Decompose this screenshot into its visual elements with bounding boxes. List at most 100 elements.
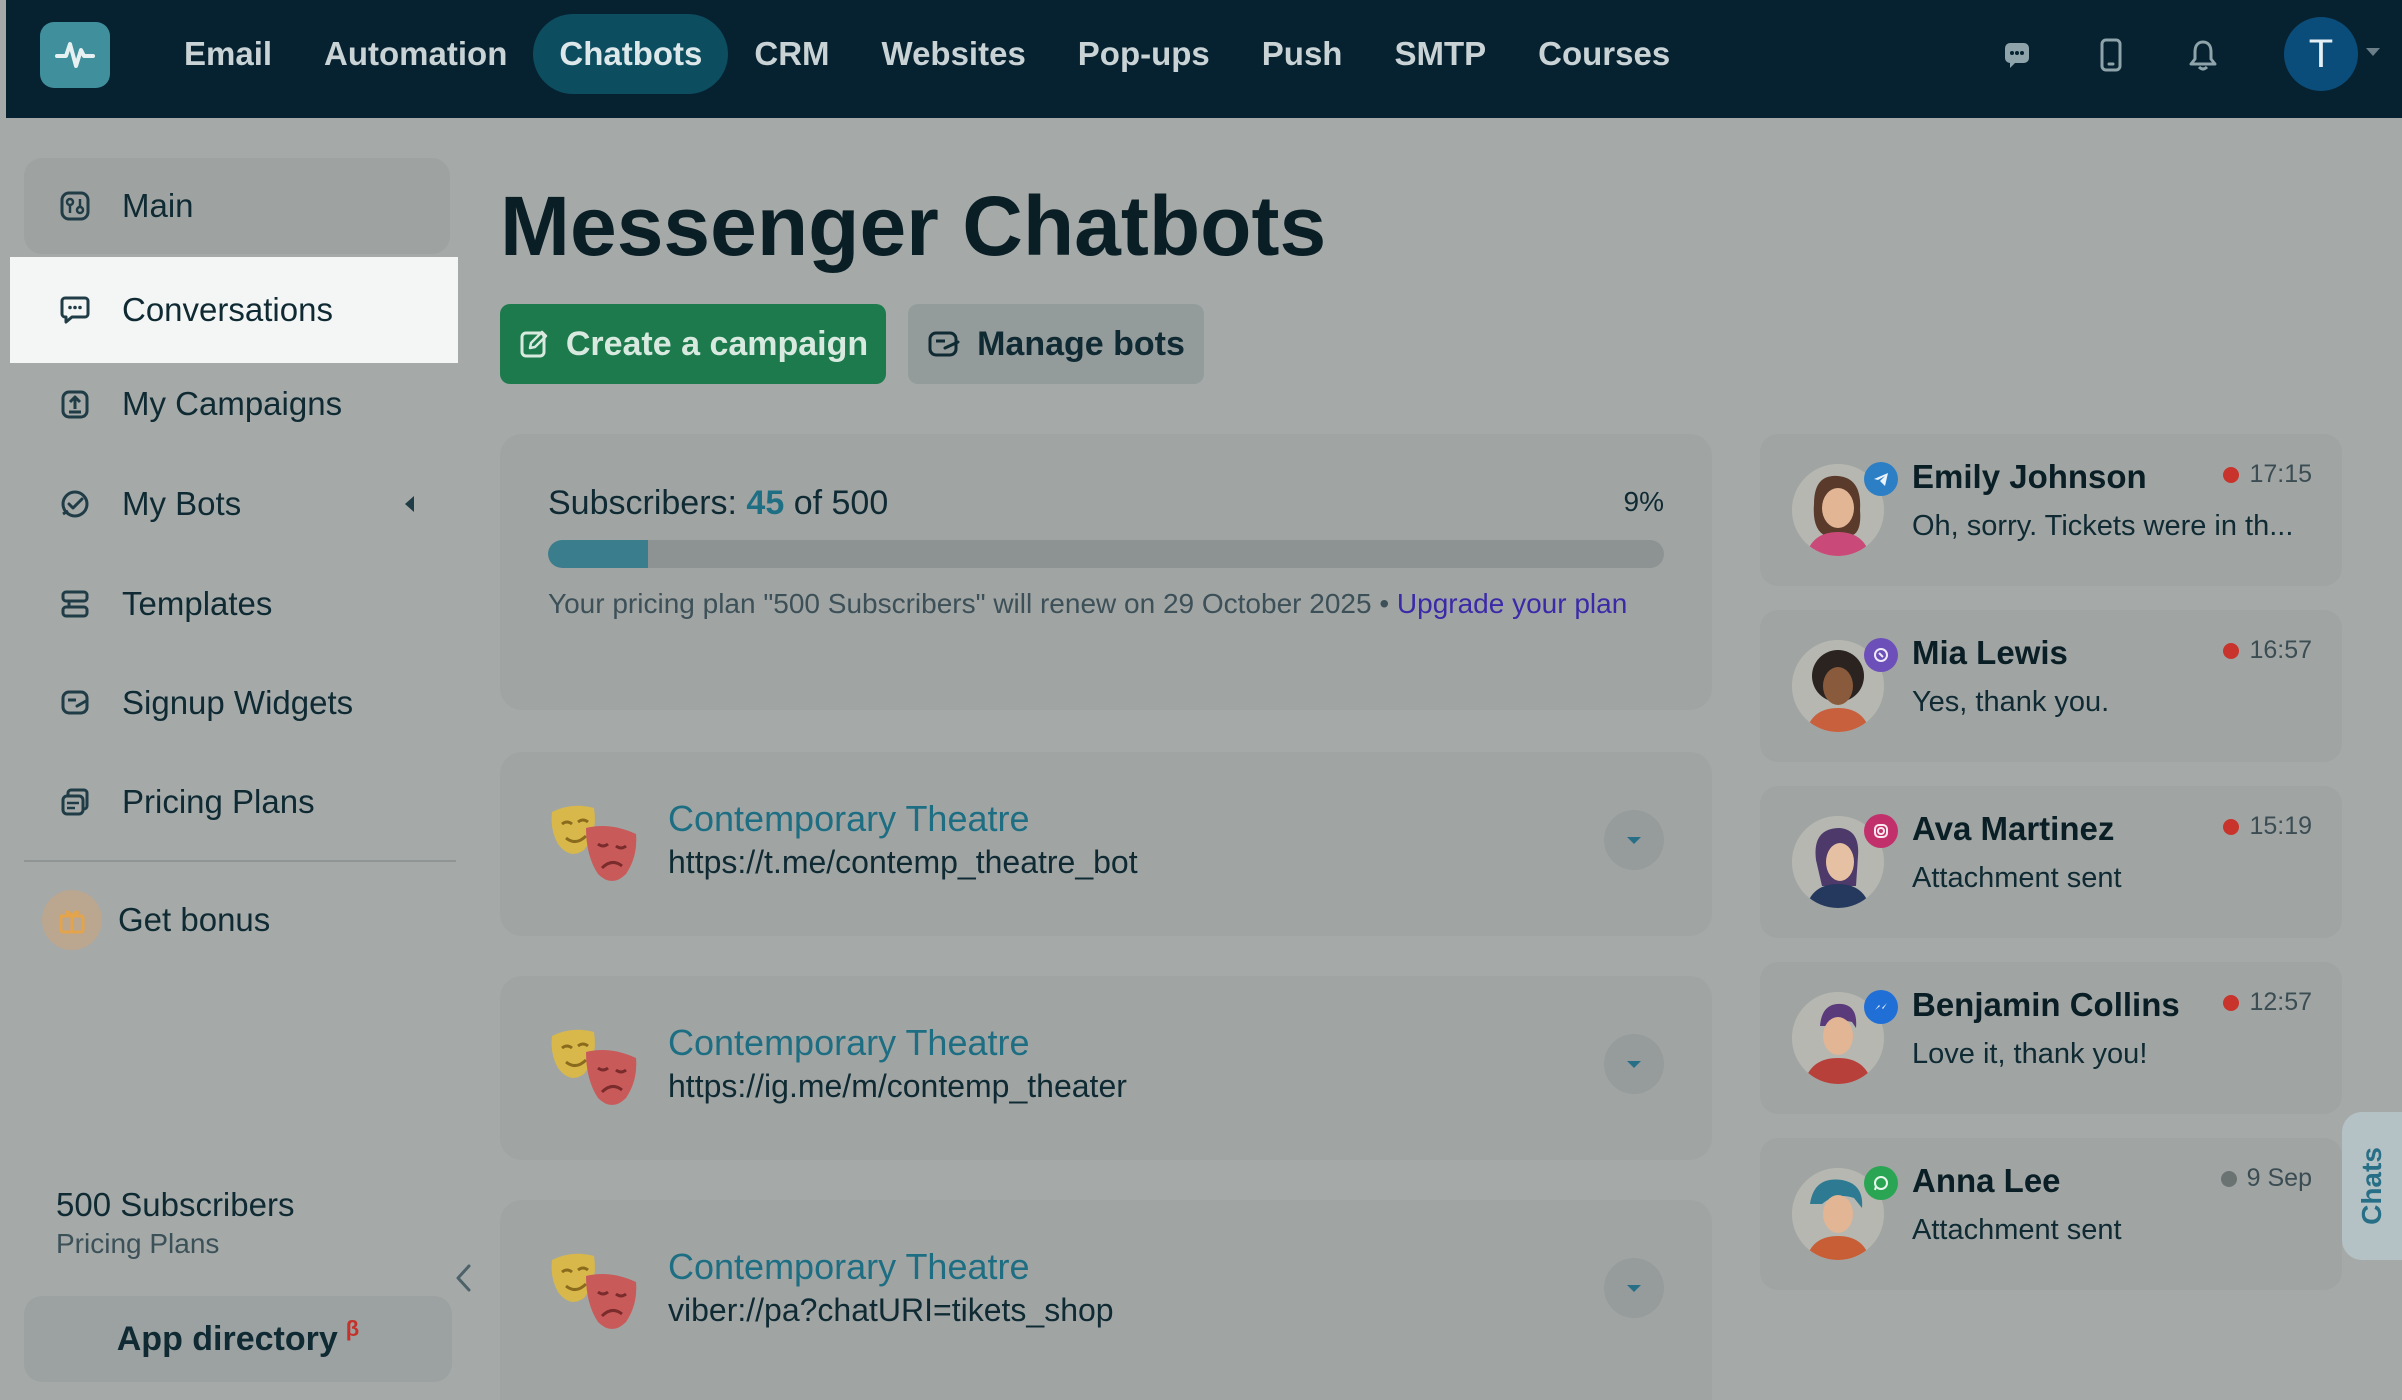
- contact-name: Benjamin Collins: [1912, 986, 2180, 1023]
- subscribers-count: Subscribers: 45 of 500: [548, 484, 888, 523]
- viber-icon: [1864, 638, 1898, 672]
- sidebar: Main Conversations My Campaigns My Bots …: [6, 118, 466, 1400]
- manage-bots-label: Manage bots: [977, 324, 1185, 363]
- collapse-sidebar-chevron-left-icon[interactable]: [452, 1260, 476, 1296]
- subscribers-progress-fill: [548, 540, 649, 568]
- nav-automation[interactable]: Automation: [298, 14, 533, 94]
- subscribers-number: 45: [746, 484, 785, 522]
- time-label: 15:19: [2249, 812, 2312, 840]
- chat-bubble-icon: [58, 293, 92, 327]
- chat-item[interactable]: Ava Martinez Attachment sent 15:19: [1760, 786, 2342, 938]
- whatsapp-icon: [1864, 1166, 1898, 1200]
- chat-item[interactable]: Benjamin Collins Love it, thank you! 12:…: [1760, 962, 2342, 1114]
- subscribers-card: Subscribers: 45 of 500 9% Your pricing p…: [500, 434, 1712, 710]
- edit-icon: [520, 330, 548, 358]
- plan-subtitle[interactable]: Pricing Plans: [56, 1228, 219, 1260]
- sidebar-item-main[interactable]: Main: [24, 158, 450, 254]
- contact-name: Mia Lewis: [1912, 634, 2068, 671]
- bot-card: Contemporary Theatre https://t.me/contem…: [500, 752, 1712, 936]
- pulse-logo-icon: [55, 42, 95, 68]
- upgrade-plan-link[interactable]: Upgrade your plan: [1397, 588, 1627, 619]
- bot-name[interactable]: Contemporary Theatre: [668, 798, 1030, 840]
- templates-icon: [58, 587, 92, 621]
- app-logo[interactable]: [40, 22, 110, 88]
- chat-item[interactable]: Anna Lee Attachment sent 9 Sep: [1760, 1138, 2342, 1290]
- app-directory-button[interactable]: App directory β: [24, 1296, 452, 1382]
- nav-courses[interactable]: Courses: [1512, 14, 1696, 94]
- last-message: Oh, sorry. Tickets were in th...: [1912, 510, 2294, 542]
- renewal-notice: Your pricing plan "500 Subscribers" will…: [548, 584, 1664, 624]
- message-time: 9 Sep: [2220, 1164, 2312, 1193]
- create-campaign-label: Create a campaign: [565, 324, 869, 363]
- sidebar-item-pricing-plans[interactable]: Pricing Plans: [24, 754, 450, 850]
- page-title: Messenger Chatbots: [500, 179, 1327, 273]
- nav-chatbots[interactable]: Chatbots: [533, 14, 729, 94]
- theatre-masks-icon: [551, 805, 637, 881]
- telegram-icon: [1864, 462, 1898, 496]
- sidebar-item-my-bots[interactable]: My Bots: [24, 456, 450, 552]
- sidebar-item-label: Templates: [122, 585, 273, 622]
- sidebar-item-label: Pricing Plans: [122, 783, 315, 820]
- notifications-bell-icon[interactable]: [2178, 30, 2228, 80]
- nav-websites[interactable]: Websites: [856, 14, 1052, 94]
- message-time: 15:19: [2223, 812, 2312, 841]
- gift-icon: [42, 890, 102, 950]
- message-time: 17:15: [2223, 460, 2312, 489]
- message-time: 16:57: [2223, 636, 2312, 665]
- caret-left-icon[interactable]: [405, 496, 414, 512]
- chat-item[interactable]: Mia Lewis Yes, thank you. 16:57: [1760, 610, 2342, 762]
- sidebar-item-signup-widgets[interactable]: Signup Widgets: [24, 655, 450, 751]
- plan-name[interactable]: 500 Subscribers: [56, 1186, 294, 1224]
- subscribers-progress-bar: [548, 540, 1664, 568]
- nav-crm[interactable]: CRM: [728, 14, 855, 94]
- bot-card: Contemporary Theatre https://ig.me/m/con…: [500, 976, 1712, 1160]
- nav-push[interactable]: Push: [1236, 14, 1369, 94]
- pricing-icon: [58, 785, 92, 819]
- bot-icon: [58, 487, 92, 521]
- time-label: 16:57: [2249, 636, 2312, 664]
- create-campaign-button[interactable]: Create a campaign: [500, 304, 886, 384]
- sidebar-item-conversations[interactable]: Conversations: [10, 257, 458, 363]
- subscribers-label: Subscribers:: [548, 484, 737, 522]
- theatre-masks-icon: [551, 1029, 637, 1105]
- bot-name[interactable]: Contemporary Theatre: [668, 1022, 1030, 1064]
- theatre-masks-icon: [551, 1253, 637, 1329]
- bot-expand-button[interactable]: [1604, 810, 1664, 870]
- nav-popups[interactable]: Pop-ups: [1052, 14, 1236, 94]
- chevron-down-icon[interactable]: [2366, 48, 2380, 56]
- user-avatar[interactable]: T: [2284, 17, 2358, 91]
- read-dot: [2220, 1170, 2237, 1187]
- nav-email[interactable]: Email: [158, 14, 298, 94]
- sidebar-item-templates[interactable]: Templates: [24, 556, 450, 652]
- bot-card: Contemporary Theatre viber://pa?chatURI=…: [500, 1200, 1712, 1400]
- bot-name[interactable]: Contemporary Theatre: [668, 1246, 1030, 1288]
- manage-bots-button[interactable]: Manage bots: [908, 304, 1204, 384]
- mobile-app-icon[interactable]: [2086, 30, 2136, 80]
- time-label: 12:57: [2249, 988, 2312, 1016]
- top-navigation: Email Automation Chatbots CRM Websites P…: [6, 0, 2402, 118]
- sidebar-item-my-campaigns[interactable]: My Campaigns: [24, 356, 450, 452]
- bot-link: viber://pa?chatURI=tikets_shop: [668, 1292, 1114, 1328]
- sidebar-item-get-bonus[interactable]: Get bonus: [24, 872, 450, 968]
- upload-icon: [58, 387, 92, 421]
- instagram-icon: [1864, 814, 1898, 848]
- chats-side-tab[interactable]: Chats: [2342, 1112, 2402, 1260]
- support-chat-icon[interactable]: [1992, 30, 2042, 80]
- main-nav: Email Automation Chatbots CRM Websites P…: [158, 14, 1696, 94]
- bot-expand-button[interactable]: [1604, 1034, 1664, 1094]
- unread-dot: [2223, 994, 2240, 1011]
- contact-name: Emily Johnson: [1912, 458, 2147, 495]
- sidebar-item-label: Conversations: [122, 291, 333, 328]
- contact-name: Anna Lee: [1912, 1162, 2061, 1199]
- messenger-icon: [1864, 990, 1898, 1024]
- bot-expand-button[interactable]: [1604, 1258, 1664, 1318]
- chat-item[interactable]: Emily Johnson Oh, sorry. Tickets were in…: [1760, 434, 2342, 586]
- nav-smtp[interactable]: SMTP: [1368, 14, 1512, 94]
- renewal-text: Your pricing plan "500 Subscribers" will…: [548, 588, 1397, 619]
- unread-dot: [2223, 818, 2240, 835]
- sidebar-divider: [24, 860, 456, 862]
- time-label: 9 Sep: [2246, 1164, 2312, 1192]
- manage-bots-icon: [928, 331, 960, 357]
- chats-tab-label: Chats: [2356, 1147, 2388, 1225]
- sidebar-item-label: Signup Widgets: [122, 684, 354, 721]
